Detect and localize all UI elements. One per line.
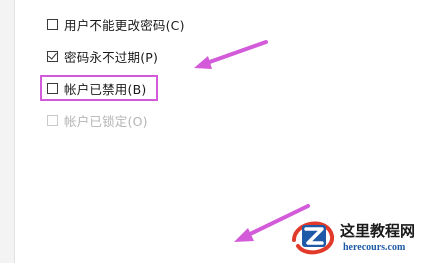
pointer-arrow-icon [194,40,268,69]
password-never-expires-checkbox[interactable] [47,49,58,62]
password-never-expires-label: 密码永不过期(P) [64,49,159,65]
password-never-expires-option[interactable]: 密码永不过期(P) [47,47,158,65]
cannot-change-password-option[interactable]: 用户不能更改密码(C) [47,15,185,33]
cannot-change-password-checkbox[interactable] [47,18,58,30]
account-locked-label: 帐户已锁定(O) [64,113,148,129]
account-locked-option: 帐户已锁定(O) [47,111,148,129]
watermark-name: 这里教程网 [340,222,416,240]
watermark-logo: 这里教程网 herecours.com [288,212,428,260]
account-disabled-highlight-box [40,75,158,101]
dialog-left-edge [0,0,15,263]
checkmark-icon [48,49,57,60]
watermark-url: herecours.com [343,242,406,253]
cannot-change-password-label: 用户不能更改密码(C) [64,17,185,33]
account-locked-checkbox [47,114,58,126]
logo-z-icon [292,221,334,255]
